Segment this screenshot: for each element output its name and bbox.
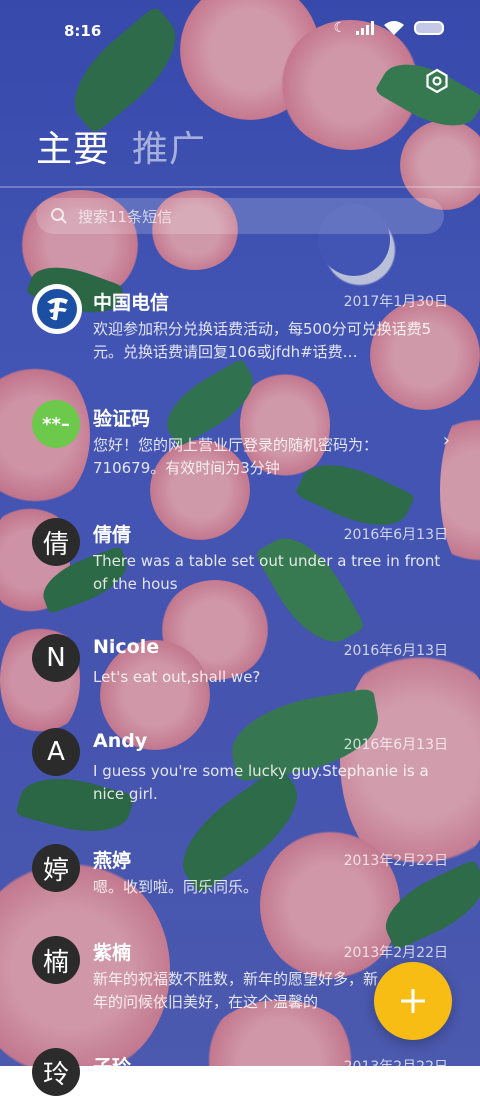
status-time: 8:16 (64, 22, 102, 40)
china-telecom-logo-icon (32, 284, 82, 334)
contact-avatar: A (32, 728, 80, 776)
search-placeholder: 搜索11条短信 (78, 207, 173, 226)
conversation-preview: I guess you're some lucky guy.Stephanie … (93, 762, 429, 803)
contact-avatar: 婷 (32, 844, 80, 892)
conversation-date: 2016年6月13日 (343, 527, 448, 543)
status-bar: 8:16 ☾ (0, 0, 480, 60)
battery-icon (414, 21, 444, 35)
contact-avatar: 楠 (32, 936, 80, 984)
moon-icon: ☾ (333, 20, 346, 36)
conversation-preview: There was a table set out under a tree i… (93, 552, 441, 593)
conversation-row[interactable]: 玲 子玲 2013年2月22日 (0, 1046, 480, 1096)
contact-avatar: 玲 (32, 1048, 80, 1096)
header-divider (0, 186, 480, 188)
new-message-button[interactable] (374, 962, 452, 1040)
tab-promotions[interactable]: 推广 (132, 120, 206, 172)
conversation-date: 2017年1月30日 (343, 294, 448, 310)
tab-bar: 主要 推广 (36, 120, 206, 172)
conversation-preview: 嗯。收到啦。同乐同乐。 (93, 878, 259, 896)
conversation-preview: 新年的祝福数不胜数，新年的愿望好多，新年的问候依旧美好，在这个温馨的 (93, 970, 379, 1011)
wifi-icon (384, 21, 404, 35)
conversation-row-verification[interactable]: **– 验证码 › 您好！您的网上营业厅登录的随机密码为：710679。有效时间… (0, 390, 480, 486)
plus-icon (401, 989, 425, 1013)
conversation-preview: 欢迎参加积分兑换话费活动，每500分可兑换话费5元。兑换话费请回复106或jfd… (93, 320, 432, 361)
conversation-preview: 您好！您的网上营业厅登录的随机密码为：710679。有效时间为3分钟 (93, 436, 379, 477)
status-icons: ☾ (333, 20, 444, 36)
conversation-name: 燕婷 (93, 850, 132, 872)
conversation-date: 2013年2月22日 (343, 945, 448, 961)
search-bar[interactable]: 搜索11条短信 (36, 198, 444, 234)
conversation-row[interactable]: N Nicole 2016年6月13日 Let's eat out,shall … (0, 624, 480, 704)
contact-avatar: 倩 (32, 518, 80, 566)
conversation-preview: Let's eat out,shall we? (93, 668, 261, 686)
conversation-row[interactable]: A Andy 2016年6月13日 I guess you're some lu… (0, 718, 480, 814)
conversation-date: 2016年6月13日 (343, 643, 448, 659)
conversation-row[interactable]: 倩 倩倩 2016年6月13日 There was a table set ou… (0, 506, 480, 602)
tab-primary[interactable]: 主要 (36, 120, 110, 172)
signal-icon (356, 21, 374, 35)
conversation-row[interactable]: 婷 燕婷 2013年2月22日 嗯。收到啦。同乐同乐。 (0, 836, 480, 916)
contact-avatar: N (32, 634, 80, 682)
conversation-name: 紫楠 (93, 942, 132, 964)
settings-gear-icon[interactable] (424, 68, 450, 94)
search-icon (51, 208, 67, 224)
conversation-name: 倩倩 (93, 524, 132, 546)
conversation-name: Andy (93, 730, 148, 752)
conversation-date: 2013年2月22日 (343, 1059, 448, 1075)
conversation-row-china-telecom[interactable]: 中国电信 2017年1月30日 欢迎参加积分兑换话费活动，每500分可兑换话费5… (0, 276, 480, 372)
conversation-date: 2016年6月13日 (343, 737, 448, 753)
conversation-name: Nicole (93, 636, 160, 658)
conversation-name: 验证码 (93, 408, 151, 430)
conversation-date: 2013年2月22日 (343, 853, 448, 869)
verification-avatar: **– (32, 400, 80, 448)
conversation-name: 中国电信 (93, 292, 170, 314)
